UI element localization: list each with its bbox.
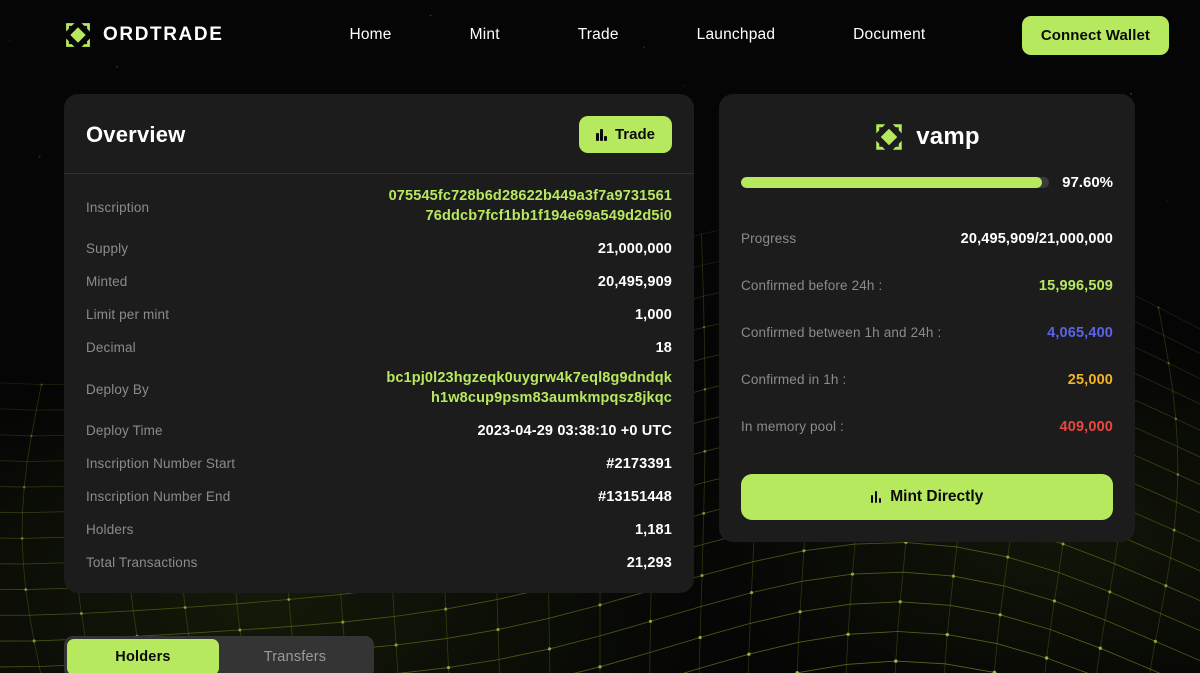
trade-button-label: Trade bbox=[615, 126, 655, 143]
overview-row-label: Holders bbox=[86, 522, 134, 537]
overview-row-label: Deploy Time bbox=[86, 423, 163, 438]
overview-row-value: #13151448 bbox=[598, 489, 672, 505]
overview-row: Holders 1,181 bbox=[86, 513, 672, 546]
progress-percent-label: 97.60% bbox=[1062, 174, 1113, 191]
token-stat-label: Confirmed between 1h and 24h : bbox=[741, 325, 941, 340]
overview-row-value: 21,000,000 bbox=[598, 241, 672, 257]
token-stat-value: 409,000 bbox=[1060, 419, 1113, 435]
overview-row-label: Total Transactions bbox=[86, 555, 198, 570]
token-stats-list: Progress 20,495,909/21,000,000 Confirmed b… bbox=[741, 215, 1113, 450]
progress-bar-fill bbox=[741, 177, 1042, 188]
overview-row-label: Inscription Number End bbox=[86, 489, 230, 504]
token-stat-label: Confirmed before 24h : bbox=[741, 278, 882, 293]
token-stat-row: Confirmed between 1h and 24h : 4,065,400 bbox=[741, 309, 1113, 356]
overview-row-label: Decimal bbox=[86, 340, 136, 355]
overview-rows: Inscription 075545fc728b6d28622b449a3f7a9… bbox=[64, 174, 694, 579]
overview-row: Minted 20,495,909 bbox=[86, 265, 672, 298]
tab-holders[interactable]: Holders bbox=[67, 639, 219, 673]
overview-row-label: Deploy By bbox=[86, 382, 149, 397]
token-stat-value: 20,495,909/21,000,000 bbox=[961, 231, 1113, 247]
bar-chart-icon bbox=[596, 129, 607, 141]
bar-chart-icon bbox=[871, 491, 882, 503]
overview-row-label: Supply bbox=[86, 241, 128, 256]
overview-row-value: 18 bbox=[656, 340, 672, 356]
page-title: Overview bbox=[86, 122, 185, 148]
token-stat-label: Confirmed in 1h : bbox=[741, 372, 846, 387]
nav-item-launchpad[interactable]: Launchpad bbox=[697, 26, 776, 44]
token-stat-label: In memory pool : bbox=[741, 419, 844, 434]
overview-row: Limit per mint 1,000 bbox=[86, 298, 672, 331]
overview-row: Total Transactions 21,293 bbox=[86, 546, 672, 579]
brand-name: ORDTRADE bbox=[103, 24, 223, 46]
holders-transfers-tabs: Holders Transfers bbox=[64, 636, 374, 673]
overview-row-value[interactable]: 075545fc728b6d28622b449a3f7a973156176ddc… bbox=[382, 187, 672, 226]
overview-row-value[interactable]: bc1pj0l23hgzeqk0uygrw4k7eql8g9dndqkh1w8c… bbox=[382, 369, 672, 408]
nav-item-home[interactable]: Home bbox=[349, 26, 391, 44]
trade-button[interactable]: Trade bbox=[579, 116, 672, 153]
token-stat-row: Confirmed in 1h : 25,000 bbox=[741, 356, 1113, 403]
nav-item-trade[interactable]: Trade bbox=[578, 26, 619, 44]
overview-card: Overview Trade Inscription 075545fc728b6d… bbox=[64, 94, 694, 593]
overview-card-header: Overview Trade bbox=[64, 94, 694, 174]
overview-row-value: 20,495,909 bbox=[598, 274, 672, 290]
main-navigation: Home Mint Trade Launchpad Document bbox=[349, 26, 925, 44]
overview-row-value: 2023-04-29 03:38:10 +0 UTC bbox=[477, 423, 672, 439]
mint-progress: 97.60% bbox=[741, 174, 1113, 215]
brand-logo[interactable]: ORDTRADE bbox=[64, 21, 223, 49]
token-stat-value: 25,000 bbox=[1068, 372, 1113, 388]
bottom-section: Holders Transfers bbox=[0, 593, 1200, 673]
overview-row: Inscription Number Start #2173391 bbox=[86, 447, 672, 480]
token-name: vamp bbox=[916, 123, 980, 151]
overview-row: Decimal 18 bbox=[86, 331, 672, 364]
token-stat-row: Confirmed before 24h : 15,996,509 bbox=[741, 262, 1113, 309]
token-stat-row: Progress 20,495,909/21,000,000 bbox=[741, 215, 1113, 262]
site-header: ORDTRADE Home Mint Trade Launchpad Docum… bbox=[0, 0, 1200, 70]
token-stat-value: 4,065,400 bbox=[1047, 325, 1113, 341]
nav-item-document[interactable]: Document bbox=[853, 26, 925, 44]
tab-transfers[interactable]: Transfers bbox=[219, 639, 371, 673]
overview-row: Inscription Number End #13151448 bbox=[86, 480, 672, 513]
overview-row-label: Inscription Number Start bbox=[86, 456, 235, 471]
mint-directly-button-label: Mint Directly bbox=[890, 488, 983, 506]
mint-card: vamp 97.60% Progress 20,495,909/21,000,00… bbox=[719, 94, 1135, 542]
overview-row: Supply 21,000,000 bbox=[86, 232, 672, 265]
overview-row-value: 1,000 bbox=[635, 307, 672, 323]
overview-row-label: Limit per mint bbox=[86, 307, 169, 322]
mint-directly-button[interactable]: Mint Directly bbox=[741, 474, 1113, 520]
progress-bar-track bbox=[741, 177, 1049, 188]
token-stat-label: Progress bbox=[741, 231, 796, 246]
overview-row: Deploy Time 2023-04-29 03:38:10 +0 UTC bbox=[86, 414, 672, 447]
main-content: Overview Trade Inscription 075545fc728b6d… bbox=[0, 70, 1200, 593]
overview-row-value: 21,293 bbox=[627, 555, 672, 571]
overview-row-label: Minted bbox=[86, 274, 127, 289]
token-stat-value: 15,996,509 bbox=[1039, 278, 1113, 294]
overview-row-value: 1,181 bbox=[635, 522, 672, 538]
token-stat-row: In memory pool : 409,000 bbox=[741, 403, 1113, 450]
overview-row-label: Inscription bbox=[86, 200, 149, 215]
overview-row: Inscription 075545fc728b6d28622b449a3f7a9… bbox=[86, 182, 672, 232]
token-logo-icon bbox=[874, 122, 904, 152]
overview-row-value: #2173391 bbox=[606, 456, 672, 472]
ordtrade-diamond-logo-icon bbox=[64, 21, 92, 49]
token-header: vamp bbox=[741, 116, 1113, 174]
connect-wallet-button[interactable]: Connect Wallet bbox=[1022, 16, 1169, 55]
nav-item-mint[interactable]: Mint bbox=[470, 26, 500, 44]
overview-row: Deploy By bc1pj0l23hgzeqk0uygrw4k7eql8g9d… bbox=[86, 364, 672, 414]
